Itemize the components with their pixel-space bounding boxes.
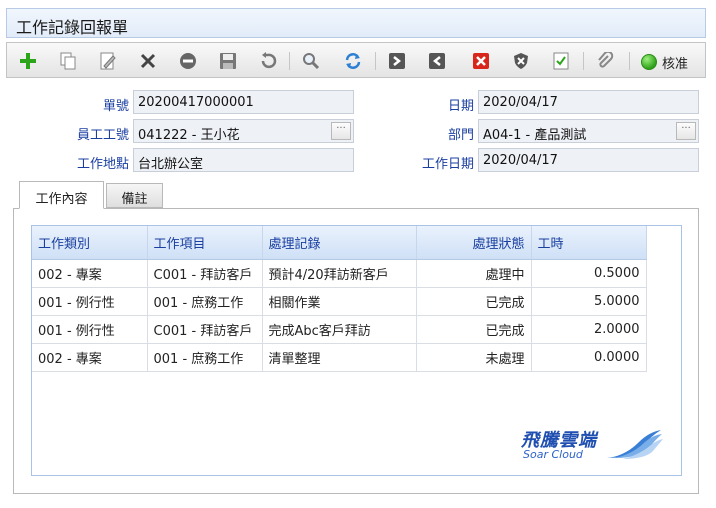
previous-icon[interactable] xyxy=(425,50,449,72)
shield-icon[interactable] xyxy=(509,50,533,72)
cell-status: 未處理 xyxy=(416,343,532,372)
cell-category: 001 - 例行性 xyxy=(32,315,148,344)
date-field[interactable]: 2020/04/17 xyxy=(478,90,699,114)
location-field[interactable]: 台北辦公室 xyxy=(133,148,354,172)
employee-label: 員工工號 xyxy=(76,128,129,143)
cell-record: 預計4/20拜訪新客戶 xyxy=(262,259,417,288)
employee-field[interactable]: 041222 - 王小花 ··· xyxy=(133,119,354,143)
col-header-record[interactable]: 處理記錄 xyxy=(262,226,417,260)
cell-record: 相關作業 xyxy=(262,287,417,316)
tab-work-content[interactable]: 工作內容 xyxy=(19,181,104,209)
cell-status: 處理中 xyxy=(416,259,532,288)
checklist-icon[interactable] xyxy=(549,50,573,72)
work-table: 工作類別 工作項目 處理記錄 處理狀態 工時 002 - 專案 C001 - 拜… xyxy=(32,226,647,372)
cell-status: 已完成 xyxy=(416,315,532,344)
doc-no-field[interactable]: 20200417000001 xyxy=(133,90,354,114)
date-label: 日期 xyxy=(447,99,474,114)
toolbar-separator xyxy=(375,52,376,70)
department-value: A04-1 - 產品測試 xyxy=(483,128,587,143)
doc-no-label: 單號 xyxy=(102,99,129,114)
employee-value: 041222 - 王小花 xyxy=(138,128,240,143)
window-title: 工作記錄回報單 xyxy=(16,18,129,37)
cell-status: 已完成 xyxy=(416,287,532,316)
undo-icon[interactable] xyxy=(256,50,280,72)
location-value: 台北辦公室 xyxy=(138,157,204,172)
cell-item: 001 - 庶務工作 xyxy=(147,343,263,372)
work-date-label: 工作日期 xyxy=(421,157,474,172)
company-logo: 飛騰雲端 Soar Cloud xyxy=(521,426,663,462)
copy-icon[interactable] xyxy=(56,50,80,72)
employee-lookup-button[interactable]: ··· xyxy=(331,122,351,140)
department-field[interactable]: A04-1 - 產品測試 ··· xyxy=(478,119,699,143)
next-icon[interactable] xyxy=(385,50,409,72)
cell-hours: 0.0000 xyxy=(531,343,647,372)
table-row[interactable]: 002 - 專案 C001 - 拜訪客戶 預計4/20拜訪新客戶 處理中 0.5… xyxy=(32,259,647,288)
table-row[interactable]: 001 - 例行性 001 - 庶務工作 相關作業 已完成 5.0000 xyxy=(32,287,647,316)
department-lookup-button[interactable]: ··· xyxy=(676,122,696,140)
approve-icon xyxy=(641,54,657,70)
delete-icon[interactable] xyxy=(136,50,160,72)
refresh-icon[interactable] xyxy=(341,50,365,72)
logo-text-en: Soar Cloud xyxy=(523,448,583,461)
col-header-category[interactable]: 工作類別 xyxy=(32,226,148,260)
add-icon[interactable] xyxy=(16,50,40,72)
col-header-hours[interactable]: 工時 xyxy=(531,226,647,260)
attachment-icon[interactable] xyxy=(593,50,617,72)
cell-record: 完成Abc客戶拜訪 xyxy=(262,315,417,344)
col-header-item[interactable]: 工作項目 xyxy=(147,226,263,260)
cell-hours: 2.0000 xyxy=(531,315,647,344)
cell-category: 001 - 例行性 xyxy=(32,287,148,316)
approve-label: 核准 xyxy=(662,56,689,72)
tab-remarks[interactable]: 備註 xyxy=(106,183,163,208)
approve-button[interactable]: 核准 xyxy=(641,52,688,72)
cancel-icon[interactable] xyxy=(176,50,200,72)
cell-item: 001 - 庶務工作 xyxy=(147,287,263,316)
save-icon[interactable] xyxy=(216,50,240,72)
close-icon[interactable] xyxy=(469,50,493,72)
cell-category: 002 - 專案 xyxy=(32,343,148,372)
logo-wave-icon xyxy=(607,430,663,459)
col-header-status[interactable]: 處理狀態 xyxy=(416,226,532,260)
toolbar-separator xyxy=(583,52,584,70)
toolbar-separator xyxy=(629,52,630,70)
table-row[interactable]: 001 - 例行性 C001 - 拜訪客戶 完成Abc客戶拜訪 已完成 2.00… xyxy=(32,315,647,344)
window-title-bar: 工作記錄回報單 xyxy=(6,8,706,38)
cell-hours: 5.0000 xyxy=(531,287,647,316)
work-date-value: 2020/04/17 xyxy=(483,153,558,168)
cell-item: C001 - 拜訪客戶 xyxy=(147,315,263,344)
cell-item: C001 - 拜訪客戶 xyxy=(147,259,263,288)
department-label: 部門 xyxy=(447,128,474,143)
work-date-field[interactable]: 2020/04/17 xyxy=(478,148,699,172)
cell-hours: 0.5000 xyxy=(531,259,647,288)
toolbar-separator xyxy=(289,52,290,70)
cell-category: 002 - 專案 xyxy=(32,259,148,288)
table-header-row: 工作類別 工作項目 處理記錄 處理狀態 工時 xyxy=(32,226,647,260)
toolbar: 核准 xyxy=(6,42,706,78)
location-label: 工作地點 xyxy=(76,157,129,172)
search-icon[interactable] xyxy=(299,50,323,72)
doc-no-value: 20200417000001 xyxy=(138,95,254,110)
date-value: 2020/04/17 xyxy=(483,95,558,110)
table-row[interactable]: 002 - 專案 001 - 庶務工作 清單整理 未處理 0.0000 xyxy=(32,343,647,372)
cell-record: 清單整理 xyxy=(262,343,417,372)
edit-icon[interactable] xyxy=(96,50,120,72)
